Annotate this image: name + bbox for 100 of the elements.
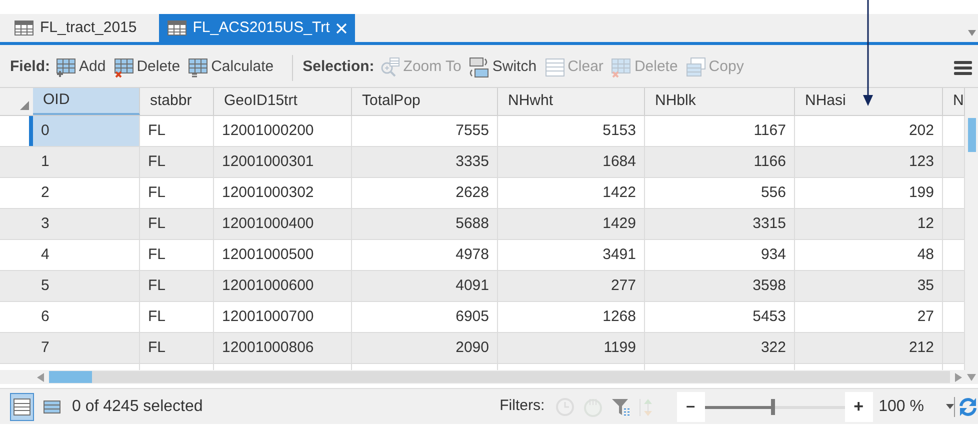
column-header[interactable]: NHblk — [645, 88, 795, 115]
table-cell: 934 — [645, 240, 795, 270]
toolbar-button[interactable]: Switch — [469, 56, 537, 79]
table-cell: FL — [140, 333, 214, 363]
table-icon — [14, 19, 34, 37]
column-header[interactable]: stabbr — [140, 88, 214, 115]
table-rows-icon — [13, 398, 31, 416]
tab[interactable]: FL_tract_2015 — [6, 14, 145, 42]
table-cell: 4091 — [352, 271, 498, 301]
dropdown-arrow-icon[interactable] — [946, 404, 954, 409]
table-delete-icon — [611, 57, 632, 78]
table-cell: FL — [140, 271, 214, 301]
table-cell: 5153 — [498, 116, 645, 146]
scroll-right-icon[interactable] — [954, 372, 963, 382]
table-cell: 123 — [795, 147, 943, 177]
table-cell: 12001000302 — [214, 178, 352, 208]
selection-count: 0 of 4245 selected — [72, 396, 203, 416]
column-header[interactable]: GeoID15trt — [214, 88, 352, 115]
table-cell: 2090 — [352, 333, 498, 363]
column-header[interactable]: OID — [33, 88, 140, 115]
table-cell: 12001000301 — [214, 147, 352, 177]
zoom-value: 100 % — [878, 396, 924, 416]
column-header[interactable]: NHwht — [498, 88, 645, 115]
table-cell: 12001000700 — [214, 302, 352, 332]
table-cell: 2628 — [352, 178, 498, 208]
table-cell: 7555 — [352, 116, 498, 146]
table-cell: 12 — [795, 209, 943, 239]
table-cell: 27 — [795, 302, 943, 332]
table-cell: FL — [140, 209, 214, 239]
switch-selection-icon — [469, 57, 490, 78]
table-cell: 12001000600 — [214, 271, 352, 301]
table-cell: 12001000400 — [214, 209, 352, 239]
table-cell: 4 — [33, 240, 140, 270]
horizontal-scrollbar[interactable] — [49, 371, 950, 383]
table-cell: 5688 — [352, 209, 498, 239]
table-cell: 1429 — [498, 209, 645, 239]
table-cell: 556 — [645, 178, 795, 208]
table-cell: 3598 — [645, 271, 795, 301]
scroll-left-icon[interactable] — [36, 372, 45, 382]
table-cell: 7 — [33, 333, 140, 363]
toolbar-label: Field: — [10, 57, 50, 78]
table-cell: 1422 — [498, 178, 645, 208]
table-cell: 1684 — [498, 147, 645, 177]
zoom-magnifier-icon — [380, 57, 400, 78]
table-cell: FL — [140, 116, 214, 146]
toolbar-label: Selection: — [302, 57, 374, 78]
table-cell: 1166 — [645, 147, 795, 177]
table-cell: 3315 — [645, 209, 795, 239]
table-cell: 1 — [33, 147, 140, 177]
table-cell: 199 — [795, 178, 943, 208]
clear-table-icon — [544, 57, 565, 78]
filter-icon[interactable] — [610, 396, 631, 416]
table-cell: 12001000500 — [214, 240, 352, 270]
table-cell: 212 — [795, 333, 943, 363]
table-cell: 3 — [33, 209, 140, 239]
table-cell: 202 — [795, 116, 943, 146]
table-cell: FL — [140, 240, 214, 270]
refresh-icon[interactable] — [958, 396, 978, 418]
close-icon[interactable] — [336, 22, 347, 34]
zoom-in-button[interactable]: + — [844, 392, 873, 422]
table-delete-icon — [114, 57, 134, 78]
dropdown-arrow-icon[interactable] — [968, 30, 976, 36]
table-cell: FL — [140, 178, 214, 208]
table-cell: 1268 — [498, 302, 645, 332]
menu-icon[interactable] — [954, 60, 972, 76]
toolbar-button[interactable]: Calculate — [188, 56, 274, 79]
table-add-icon — [56, 57, 76, 78]
table-cell: 3335 — [352, 147, 498, 177]
table-cell: 1199 — [498, 333, 645, 363]
table-cell: 0 — [33, 116, 140, 146]
table-cell: 277 — [498, 271, 645, 301]
table-calculate-icon — [188, 57, 208, 78]
table-icon — [166, 19, 187, 37]
vertical-scroll-thumb[interactable] — [968, 118, 976, 152]
table-cell: 12001000806 — [214, 333, 352, 363]
filters-label: Filters: — [500, 396, 545, 416]
table-cell: 12001000200 — [214, 116, 352, 146]
table-cell: 2 — [33, 178, 140, 208]
table-cell: 1167 — [645, 116, 795, 146]
view-toggle-button[interactable] — [10, 392, 34, 420]
toolbar-button[interactable]: Add — [56, 56, 106, 79]
selected-rows-icon — [43, 400, 61, 414]
table-cell: FL — [140, 302, 214, 332]
table-cell: 5453 — [645, 302, 795, 332]
select-all-corner-icon[interactable] — [20, 101, 29, 110]
zoom-out-button[interactable]: – — [676, 392, 705, 422]
table-cell: 6905 — [352, 302, 498, 332]
slider-thumb[interactable] — [771, 398, 776, 414]
column-header[interactable]: TotalPop — [352, 88, 498, 115]
table-cell: 35 — [795, 271, 943, 301]
table-cell: 48 — [795, 240, 943, 270]
table-cell: 6 — [33, 302, 140, 332]
table-cell: 4978 — [352, 240, 498, 270]
table-cell: 322 — [645, 333, 795, 363]
copy-rows-icon — [686, 57, 706, 78]
table-cell: FL — [140, 147, 214, 177]
toolbar-button[interactable]: Delete — [114, 56, 180, 79]
tab[interactable]: FL_ACS2015US_Trt — [158, 14, 355, 42]
table-cell: 5 — [33, 271, 140, 301]
table-cell: 3491 — [498, 240, 645, 270]
